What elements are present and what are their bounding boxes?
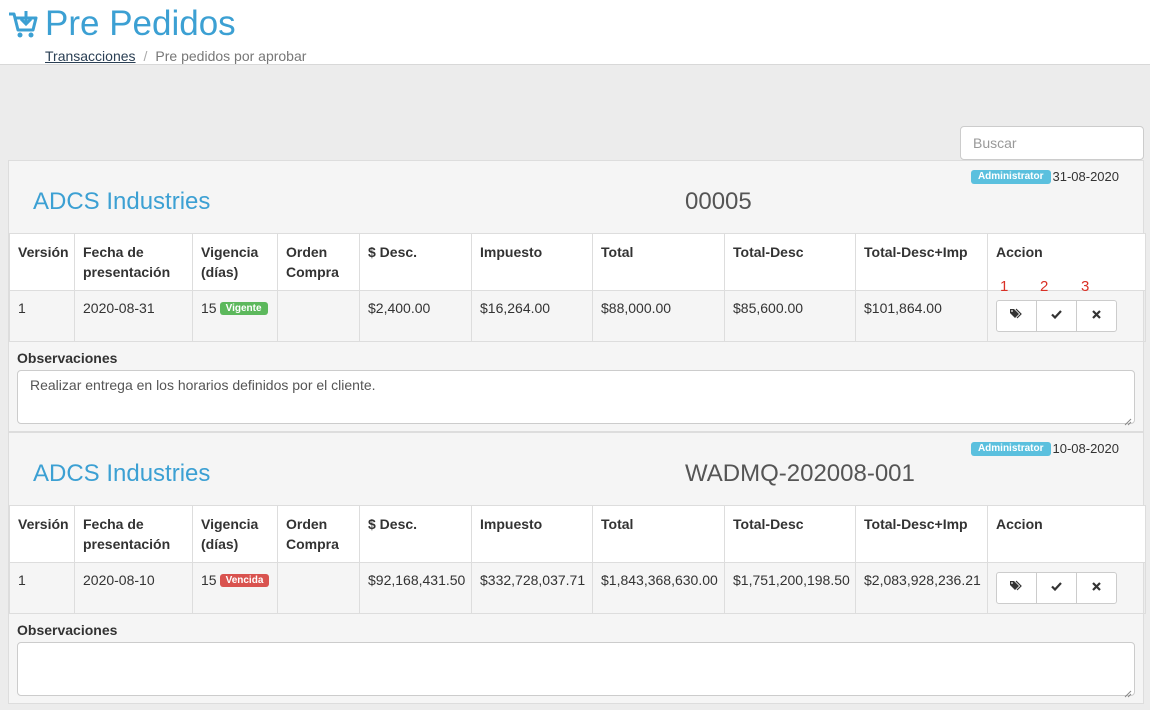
col-header-fecha: Fecha de presentación — [74, 505, 193, 563]
cell-actions: 1 2 3 — [987, 278, 1146, 342]
order-table: Versión Fecha de presentación Vigencia (… — [9, 505, 1146, 614]
approve-button[interactable] — [1036, 300, 1077, 332]
order-meta: Administrator 10-08-2020 — [970, 441, 1120, 456]
cell-desc: $2,400.00 — [359, 290, 472, 342]
col-header-desc: $ Desc. — [359, 505, 472, 563]
cell-orden-compra — [277, 290, 360, 342]
observations-section: Observaciones — [9, 614, 1143, 704]
col-header-orden-compra: Orden Compra — [277, 505, 360, 563]
order-date: 31-08-2020 — [1052, 169, 1120, 184]
resize-handle-icon[interactable] — [1124, 685, 1132, 698]
order-header: ADCS Industries 00005 Administrator 31-0… — [9, 161, 1143, 233]
cell-impuesto: $332,728,037.71 — [471, 562, 593, 614]
cell-desc: $92,168,431.50 — [359, 562, 472, 614]
col-header-total: Total — [592, 233, 725, 291]
order-table: Versión Fecha de presentación Vigencia (… — [9, 233, 1146, 342]
reject-button[interactable] — [1076, 572, 1117, 604]
cell-version: 1 — [9, 290, 75, 342]
col-header-fecha: Fecha de presentación — [74, 233, 193, 291]
breadcrumb-link-transacciones[interactable]: Transacciones — [45, 48, 136, 64]
table-header-row: Versión Fecha de presentación Vigencia (… — [9, 233, 1146, 291]
col-header-total-desc-imp: Total-Desc+Imp — [855, 505, 988, 563]
order-card: ADCS Industries 00005 Administrator 31-0… — [8, 160, 1146, 432]
cell-fecha: 2020-08-10 — [74, 562, 193, 614]
cart-download-icon — [7, 8, 39, 40]
observations-label: Observaciones — [17, 622, 118, 638]
marker-2: 2 — [1040, 278, 1049, 295]
check-icon — [1051, 306, 1062, 326]
action-button-group — [996, 300, 1137, 332]
status-badge: Vencida — [219, 574, 270, 587]
table-row: 1 2020-08-10 15 Vencida $92,168,431.50 $3… — [9, 562, 1146, 614]
approve-button[interactable] — [1036, 572, 1077, 604]
order-code: WADMQ-202008-001 — [685, 460, 915, 487]
col-header-version: Versión — [9, 505, 75, 563]
cell-vigencia: 15 Vencida — [192, 562, 278, 614]
table-row: 1 2020-08-31 15 Vigente $2,400.00 $16,264… — [9, 278, 1146, 342]
order-meta: Administrator 31-08-2020 — [970, 169, 1120, 184]
breadcrumb-current: Pre pedidos por aprobar — [155, 48, 307, 64]
role-badge: Administrator — [970, 441, 1051, 456]
cell-total-desc: $1,751,200,198.50 — [724, 562, 856, 614]
col-header-total-desc: Total-Desc — [724, 505, 856, 563]
col-header-desc: $ Desc. — [359, 233, 472, 291]
marker-1: 1 — [1000, 278, 1009, 295]
cell-fecha: 2020-08-31 — [74, 290, 193, 342]
col-header-accion: Accion — [987, 505, 1146, 563]
col-header-version: Versión — [9, 233, 75, 291]
action-button-group — [996, 572, 1137, 604]
tags-icon — [1010, 578, 1023, 598]
observations-label: Observaciones — [17, 350, 118, 366]
col-header-vigencia: Vigencia (días) — [192, 505, 278, 563]
close-icon — [1092, 578, 1101, 598]
cell-total-desc: $85,600.00 — [724, 290, 856, 342]
reject-button[interactable] — [1076, 300, 1117, 332]
cell-impuesto: $16,264.00 — [471, 290, 593, 342]
check-icon — [1051, 578, 1062, 598]
title-row: Pre Pedidos — [7, 4, 236, 44]
page-header: Pre Pedidos Transacciones / Pre pedidos po… — [0, 0, 1150, 65]
vigencia-days: 15 — [201, 300, 217, 316]
tag-button[interactable] — [996, 572, 1037, 604]
vigencia-days: 15 — [201, 572, 217, 588]
resize-handle-icon[interactable] — [1124, 413, 1132, 426]
action-markers: 1 2 3 — [1000, 277, 1122, 297]
status-badge: Vigente — [219, 302, 268, 315]
cell-total: $1,843,368,630.00 — [592, 562, 725, 614]
cell-actions — [987, 562, 1146, 614]
tags-icon — [1010, 306, 1023, 326]
role-badge: Administrator — [970, 169, 1051, 184]
col-header-impuesto: Impuesto — [471, 233, 593, 291]
col-header-impuesto: Impuesto — [471, 505, 593, 563]
cell-total-desc-imp: $101,864.00 — [855, 290, 988, 342]
table-header-row: Versión Fecha de presentación Vigencia (… — [9, 505, 1146, 563]
order-date: 10-08-2020 — [1052, 441, 1120, 456]
order-header: ADCS Industries WADMQ-202008-001 Adminis… — [9, 433, 1143, 505]
search-input[interactable] — [960, 126, 1144, 160]
breadcrumb-separator: / — [143, 48, 148, 64]
cell-version: 1 — [9, 562, 75, 614]
col-header-total-desc-imp: Total-Desc+Imp — [855, 233, 988, 291]
col-header-total-desc: Total-Desc — [724, 233, 856, 291]
col-header-orden-compra: Orden Compra — [277, 233, 360, 291]
order-code: 00005 — [685, 188, 752, 215]
cell-total-desc-imp: $2,083,928,236.21 — [855, 562, 988, 614]
cell-orden-compra — [277, 562, 360, 614]
observations-section: Observaciones Realizar entrega en los ho… — [9, 342, 1143, 432]
cell-vigencia: 15 Vigente — [192, 290, 278, 342]
marker-3: 3 — [1081, 278, 1090, 295]
col-header-total: Total — [592, 505, 725, 563]
observations-textarea[interactable]: Realizar entrega en los horarios definid… — [17, 370, 1135, 426]
col-header-vigencia: Vigencia (días) — [192, 233, 278, 291]
observations-textarea[interactable] — [17, 642, 1135, 698]
tag-button[interactable] — [996, 300, 1037, 332]
observations-text: Realizar entrega en los horarios definid… — [30, 377, 376, 393]
cell-total: $88,000.00 — [592, 290, 725, 342]
close-icon — [1092, 306, 1101, 326]
company-name: ADCS Industries — [33, 188, 211, 215]
company-name: ADCS Industries — [33, 460, 211, 487]
breadcrumb: Transacciones / Pre pedidos por aprobar — [45, 48, 306, 64]
order-card: ADCS Industries WADMQ-202008-001 Adminis… — [8, 432, 1146, 704]
page-title: Pre Pedidos — [45, 4, 236, 43]
